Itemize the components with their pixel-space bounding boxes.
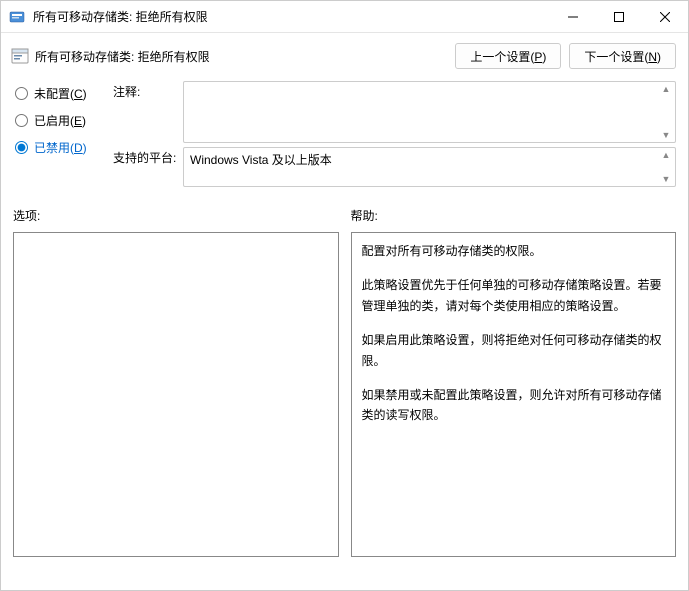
policy-title: 所有可移动存储类: 拒绝所有权限: [35, 48, 455, 65]
radio-enabled-input[interactable]: [15, 114, 28, 127]
options-panel: [13, 232, 339, 557]
supported-platform-box: Windows Vista 及以上版本 ▲ ▼: [183, 147, 676, 187]
help-label: 帮助:: [351, 207, 677, 224]
lower-section: 选项: 帮助: 配置对所有可移动存储类的权限。 此策略设置优先于任何单独的可移动…: [1, 195, 688, 565]
header-row: 所有可移动存储类: 拒绝所有权限 上一个设置(P) 下一个设置(N): [1, 33, 688, 79]
maximize-button[interactable]: [596, 1, 642, 32]
config-section: 未配置(C) 已启用(E) 已禁用(D) 注释: ▲ ▼ 支持的平台: Wind…: [1, 79, 688, 195]
scroll-up-icon[interactable]: ▲: [659, 83, 673, 95]
help-panel: 配置对所有可移动存储类的权限。 此策略设置优先于任何单独的可移动存储策略设置。若…: [351, 232, 677, 557]
radio-disabled[interactable]: 已禁用(D): [15, 139, 105, 156]
comment-textarea[interactable]: ▲ ▼: [183, 81, 676, 143]
scroll-down-icon[interactable]: ▼: [659, 129, 673, 141]
policy-icon: [11, 47, 29, 65]
help-paragraph: 配置对所有可移动存储类的权限。: [362, 241, 666, 261]
help-paragraph: 此策略设置优先于任何单独的可移动存储策略设置。若要管理单独的类，请对每个类使用相…: [362, 275, 666, 316]
minimize-button[interactable]: [550, 1, 596, 32]
previous-setting-button[interactable]: 上一个设置(P): [455, 43, 561, 69]
comment-label: 注释:: [113, 81, 183, 143]
radio-not-configured-input[interactable]: [15, 87, 28, 100]
scroll-down-icon[interactable]: ▼: [659, 173, 673, 185]
help-paragraph: 如果禁用或未配置此策略设置，则允许对所有可移动存储类的读写权限。: [362, 385, 666, 426]
radio-enabled[interactable]: 已启用(E): [15, 112, 105, 129]
supported-platform-label: 支持的平台:: [113, 147, 183, 187]
app-icon: [9, 9, 25, 25]
supported-platform-value: Windows Vista 及以上版本: [190, 153, 332, 167]
window-title: 所有可移动存储类: 拒绝所有权限: [33, 8, 550, 25]
state-radio-group: 未配置(C) 已启用(E) 已禁用(D): [15, 81, 105, 191]
options-label: 选项:: [13, 207, 339, 224]
radio-disabled-input[interactable]: [15, 141, 28, 154]
close-button[interactable]: [642, 1, 688, 32]
radio-not-configured[interactable]: 未配置(C): [15, 85, 105, 102]
window-controls: [550, 1, 688, 32]
next-setting-button[interactable]: 下一个设置(N): [569, 43, 676, 69]
scroll-up-icon[interactable]: ▲: [659, 149, 673, 161]
titlebar: 所有可移动存储类: 拒绝所有权限: [1, 1, 688, 33]
help-paragraph: 如果启用此策略设置，则将拒绝对任何可移动存储类的权限。: [362, 330, 666, 371]
